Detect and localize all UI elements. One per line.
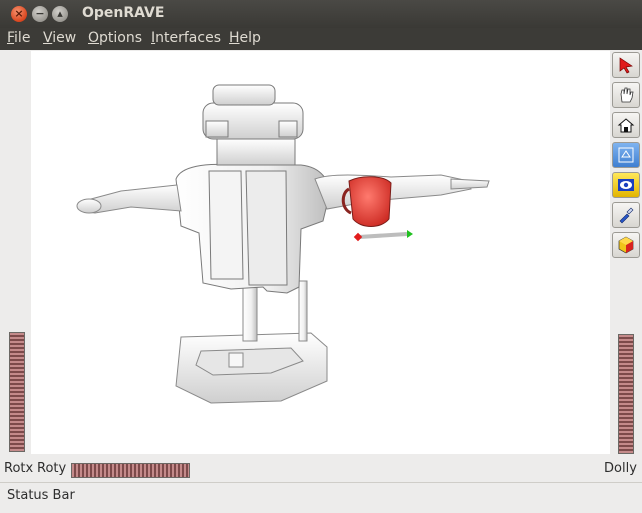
robot-base bbox=[175, 332, 328, 404]
roty-label: Roty bbox=[37, 461, 67, 476]
view-all-button[interactable] bbox=[612, 142, 640, 168]
select-arrow-icon bbox=[619, 57, 633, 74]
status-bar: Status Bar bbox=[0, 482, 642, 513]
translation-gizmo bbox=[353, 230, 413, 242]
menu-file[interactable]: File bbox=[7, 30, 30, 46]
pan-mode-button[interactable] bbox=[612, 82, 640, 108]
dolly-label: Dolly bbox=[604, 461, 637, 476]
robot-right-arm bbox=[314, 174, 490, 210]
openrave-window: × − ▴ OpenRAVE File View Options Interfa… bbox=[0, 0, 642, 513]
robot-scene bbox=[76, 84, 490, 404]
minimize-button[interactable]: − bbox=[32, 6, 48, 22]
3d-viewport[interactable] bbox=[31, 51, 610, 454]
view-all-icon bbox=[618, 147, 634, 163]
select-mode-button[interactable] bbox=[612, 52, 640, 78]
close-button[interactable]: × bbox=[11, 6, 27, 22]
menu-help[interactable]: Help bbox=[229, 30, 261, 46]
home-view-button[interactable] bbox=[612, 112, 640, 138]
cube-projection-icon bbox=[618, 236, 634, 254]
robot-head bbox=[202, 84, 304, 166]
seek-button[interactable] bbox=[612, 172, 640, 198]
rotx-wheel[interactable] bbox=[9, 332, 25, 452]
robot-left-arm bbox=[76, 184, 182, 214]
menu-interfaces[interactable]: Interfaces bbox=[151, 30, 221, 46]
roty-wheel[interactable] bbox=[71, 463, 190, 478]
status-text: Status Bar bbox=[7, 488, 75, 503]
menu-bar: File View Options Interfaces Help bbox=[0, 28, 642, 50]
projection-button[interactable] bbox=[612, 232, 640, 258]
robot-torso bbox=[175, 163, 330, 294]
hand-pan-icon bbox=[620, 87, 634, 103]
menu-options[interactable]: Options bbox=[88, 30, 142, 46]
title-bar: × − ▴ OpenRAVE bbox=[0, 0, 642, 28]
dolly-wheel[interactable] bbox=[618, 334, 634, 454]
rotx-label: Rotx bbox=[4, 461, 34, 476]
light-button[interactable] bbox=[612, 202, 640, 228]
menu-view[interactable]: View bbox=[43, 30, 76, 46]
window-title: OpenRAVE bbox=[82, 5, 165, 21]
home-icon bbox=[617, 118, 635, 133]
maximize-button[interactable]: ▴ bbox=[52, 6, 68, 22]
flashlight-icon bbox=[619, 207, 634, 224]
eye-seek-icon bbox=[618, 179, 634, 191]
